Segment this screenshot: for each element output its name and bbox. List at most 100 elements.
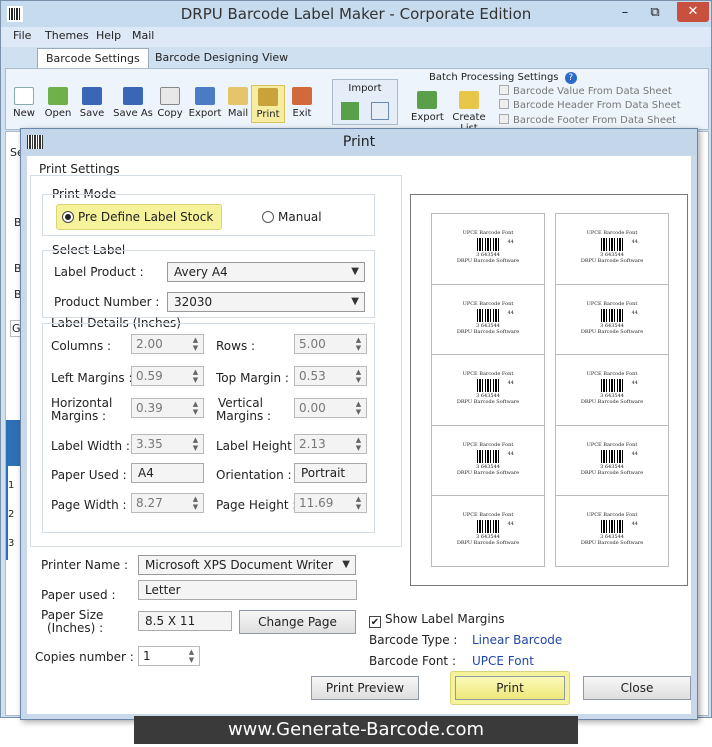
spin-arrows-icon[interactable]: ▲ ▼ bbox=[190, 400, 201, 416]
menu-mail[interactable]: Mail bbox=[132, 29, 154, 42]
paper-size-field[interactable]: 8.5 X 11 bbox=[138, 611, 232, 631]
spin-arrows-icon[interactable]: ▲ ▼ bbox=[190, 495, 201, 511]
batch-export-button[interactable]: Export bbox=[411, 91, 444, 123]
spin-arrows-icon[interactable]: ▲ ▼ bbox=[190, 436, 201, 452]
export-button[interactable]: Export bbox=[187, 87, 223, 119]
barcode-font-label: Barcode Font : bbox=[369, 654, 456, 668]
spin-arrows-icon[interactable]: ▲ ▼ bbox=[353, 495, 364, 511]
product-number-select[interactable]: 32030 ▼ bbox=[167, 292, 365, 312]
preview-label-card: UPCE Barcode Font 44 3 643544 DRPU Barcode … bbox=[431, 283, 545, 356]
page-width-input[interactable]: 8.27 ▲ ▼ bbox=[131, 493, 204, 513]
left-margins-input[interactable]: 0.59 ▲ ▼ bbox=[131, 366, 204, 386]
print-preview-button[interactable]: Print Preview bbox=[311, 676, 419, 700]
import-file-icon[interactable] bbox=[371, 102, 389, 120]
printer-icon bbox=[258, 88, 278, 106]
folder-open-icon bbox=[48, 87, 68, 105]
checkbox[interactable] bbox=[499, 99, 509, 109]
radio-manual[interactable]: Manual bbox=[262, 210, 322, 224]
app-title: DRPU Barcode Label Maker - Corporate Edi… bbox=[180, 5, 532, 23]
label-product-select[interactable]: Avery A4 ▼ bbox=[167, 262, 365, 282]
batch-option-value[interactable]: Barcode Value From Data Sheet bbox=[499, 85, 672, 97]
page-height-label: Page Height : bbox=[216, 498, 297, 512]
save-as-button[interactable]: Save As bbox=[113, 87, 153, 119]
batch-option-header[interactable]: Barcode Header From Data Sheet bbox=[499, 99, 681, 111]
barcode-image bbox=[601, 520, 623, 533]
excel-export-icon bbox=[417, 91, 437, 109]
columns-label: Columns : bbox=[51, 339, 112, 353]
printer-name-select[interactable]: Microsoft XPS Document Writer ▼ bbox=[138, 555, 356, 575]
page-height-input[interactable]: 11.69 ▲ ▼ bbox=[294, 493, 367, 513]
orientation-field[interactable]: Portrait bbox=[294, 463, 367, 483]
open-button[interactable]: Open bbox=[41, 87, 75, 119]
change-page-button[interactable]: Change Page bbox=[239, 610, 356, 634]
preview-label-card: UPCE Barcode Font 44 3 643544 DRPU Barcode … bbox=[431, 354, 545, 426]
spin-arrows-icon[interactable]: ▲ ▼ bbox=[353, 368, 364, 384]
tab-barcode-designing-view[interactable]: Barcode Designing View bbox=[147, 48, 296, 68]
checkbox-checked-icon[interactable]: ✔ bbox=[369, 616, 381, 628]
menu-help[interactable]: Help bbox=[96, 29, 121, 42]
show-label-margins-checkbox[interactable]: ✔ Show Label Margins bbox=[369, 612, 505, 628]
import-excel-icon[interactable] bbox=[341, 102, 359, 120]
import-group: Import bbox=[332, 79, 398, 125]
paper-used-detail-field[interactable]: A4 bbox=[131, 463, 204, 483]
label-height-input[interactable]: 2.13 ▲ ▼ bbox=[294, 434, 367, 454]
menu-themes[interactable]: Themes bbox=[45, 29, 89, 42]
batch-option-footer[interactable]: Barcode Footer From Data Sheet bbox=[499, 114, 676, 126]
checkbox[interactable] bbox=[499, 85, 509, 95]
horizontal-margins-input[interactable]: 0.39 ▲ ▼ bbox=[131, 398, 204, 418]
label-height-label: Label Height : bbox=[216, 439, 300, 453]
spin-arrows-icon[interactable]: ▲ ▼ bbox=[353, 400, 364, 416]
new-button[interactable]: New bbox=[7, 87, 41, 119]
page-width-label: Page Width : bbox=[51, 498, 127, 512]
mail-button[interactable]: Mail bbox=[221, 87, 255, 119]
checkbox[interactable] bbox=[499, 114, 509, 124]
columns-input[interactable]: 2.00 ▲ ▼ bbox=[131, 334, 204, 354]
radio-selected-icon[interactable] bbox=[62, 211, 74, 223]
title-bar: DRPU Barcode Label Maker - Corporate Edi… bbox=[1, 1, 711, 27]
minimize-button[interactable]: – bbox=[611, 3, 639, 23]
horizontal-margins-label: Horizontal Margins : bbox=[51, 396, 113, 423]
label-product-label: Label Product : bbox=[54, 265, 144, 279]
import-group-title: Import bbox=[348, 83, 382, 94]
print-toolbar-button[interactable]: Print bbox=[251, 85, 285, 123]
label-width-input[interactable]: 3.35 ▲ ▼ bbox=[131, 434, 204, 454]
vertical-margins-input[interactable]: 0.00 ▲ ▼ bbox=[294, 398, 367, 418]
radio-unselected-icon[interactable] bbox=[262, 211, 274, 223]
spin-arrows-icon[interactable]: ▲ ▼ bbox=[353, 436, 364, 452]
orientation-label: Orientation : bbox=[216, 468, 292, 482]
top-margin-label: Top Margin : bbox=[216, 371, 289, 385]
copies-number-input[interactable]: 1 ▲ ▼ bbox=[138, 646, 200, 666]
save-as-icon bbox=[123, 87, 143, 105]
rows-input[interactable]: 5.00 ▲ ▼ bbox=[294, 334, 367, 354]
print-button[interactable]: Print bbox=[455, 676, 565, 700]
tab-barcode-settings[interactable]: Barcode Settings bbox=[37, 48, 149, 68]
spin-arrows-icon[interactable]: ▲ ▼ bbox=[186, 648, 197, 664]
close-window-button[interactable]: ✕ bbox=[677, 2, 709, 22]
barcode-image bbox=[601, 238, 623, 251]
spin-arrows-icon[interactable]: ▲ ▼ bbox=[353, 336, 364, 352]
preview-label-card: UPCE Barcode Font 44 3 643544 DRPU Barcode … bbox=[555, 213, 669, 285]
copy-button[interactable]: Copy bbox=[153, 87, 187, 119]
close-button[interactable]: Close bbox=[583, 676, 691, 700]
maximize-button[interactable]: ⧉ bbox=[641, 3, 669, 23]
radio-predefined-label-stock[interactable]: Pre Define Label Stock bbox=[62, 210, 213, 224]
paper-used-label: Paper used : bbox=[41, 588, 116, 602]
copies-number-label: Copies number : bbox=[35, 650, 134, 664]
print-dialog-title: Print bbox=[21, 129, 697, 155]
product-number-label: Product Number : bbox=[54, 295, 160, 309]
print-settings-title: Print Settings bbox=[39, 162, 120, 176]
top-margin-input[interactable]: 0.53 ▲ ▼ bbox=[294, 366, 367, 386]
paper-size-label: Paper Size (Inches) : bbox=[41, 608, 104, 635]
paper-used-field[interactable]: Letter bbox=[138, 580, 357, 600]
exit-button[interactable]: Exit bbox=[285, 87, 319, 119]
save-button[interactable]: Save bbox=[75, 87, 109, 119]
preview-label-card: UPCE Barcode Font 44 3 643544 DRPU Barcode … bbox=[555, 424, 669, 497]
menu-file[interactable]: File bbox=[13, 29, 31, 42]
help-icon[interactable]: ? bbox=[564, 72, 577, 84]
chevron-down-icon: ▼ bbox=[351, 266, 359, 277]
barcode-type-value: Linear Barcode bbox=[472, 633, 563, 647]
mail-icon bbox=[228, 87, 248, 105]
barcode-image bbox=[601, 379, 623, 392]
spin-arrows-icon[interactable]: ▲ ▼ bbox=[190, 368, 201, 384]
spin-arrows-icon[interactable]: ▲ ▼ bbox=[190, 336, 201, 352]
